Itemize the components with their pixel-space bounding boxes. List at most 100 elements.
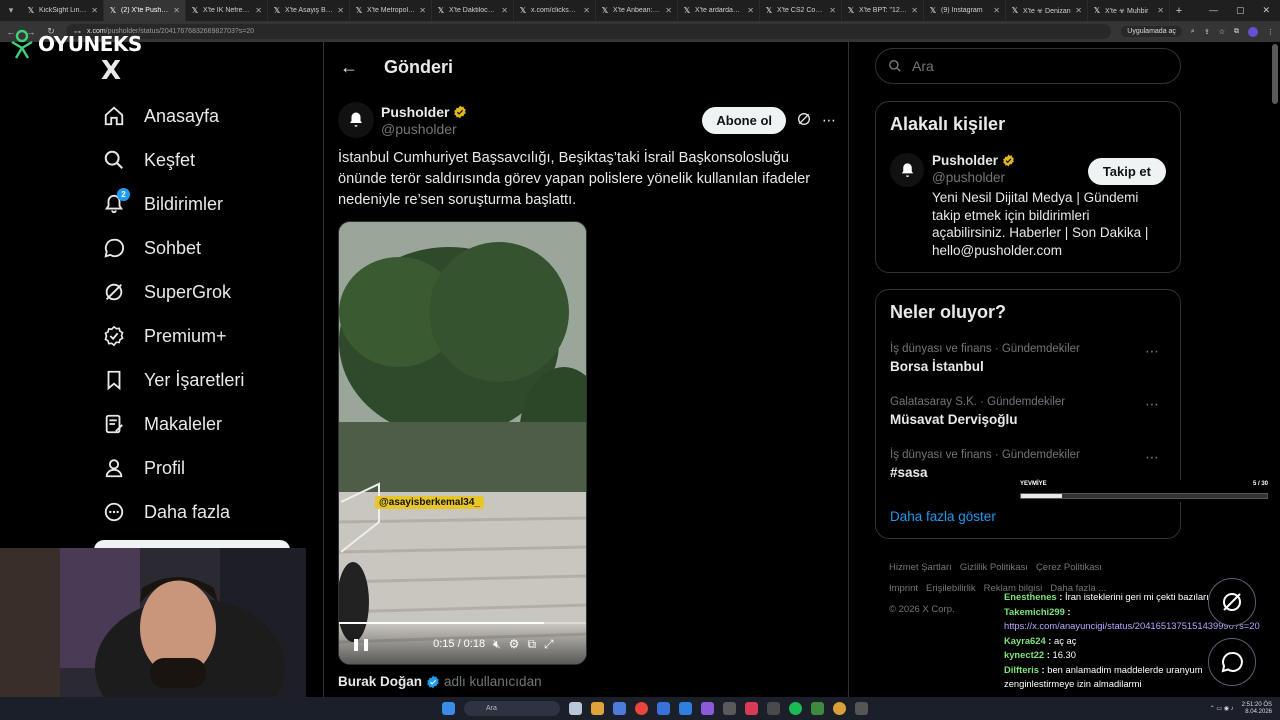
settings-gear-icon[interactable]: ⚙ <box>509 637 520 651</box>
footer-link[interactable]: Hizmet Şartları <box>889 562 952 573</box>
page-scrollbar[interactable] <box>1272 44 1278 104</box>
profile-avatar[interactable] <box>1248 26 1258 37</box>
trend-item[interactable]: İş dünyası ve finans · Gündemdekiler Bors… <box>890 343 1166 374</box>
tab-close-icon[interactable]: ✕ <box>501 6 508 15</box>
show-more-link[interactable]: Daha fazla göster <box>890 509 996 524</box>
widgets-icon[interactable] <box>569 702 582 715</box>
tab-close-icon[interactable]: ✕ <box>829 6 836 15</box>
app-icon[interactable] <box>767 702 780 715</box>
reposter-name[interactable]: Burak Doğan <box>338 674 422 689</box>
trend-item[interactable]: İş dünyası ve finans · Gündemdekiler #sas… <box>890 449 1166 480</box>
open-in-app-button[interactable]: Uygulamada aç <box>1121 26 1182 37</box>
browser-tab[interactable]: 𝕏 X'te ☣ Denizan ✕ <box>1006 0 1088 21</box>
browser-tab[interactable]: 𝕏x.com/clickshab ✕ <box>514 0 596 21</box>
new-tab-button[interactable]: + <box>1170 5 1188 17</box>
browser-tab[interactable]: 𝕏 X'te BPT: "12 ton ✕ <box>842 0 924 21</box>
browser-tab[interactable]: 𝕏 X'te Anbean: "An ✕ <box>596 0 678 21</box>
minimize-icon[interactable]: — <box>1209 5 1218 16</box>
tab-close-icon[interactable]: ✕ <box>1075 6 1082 15</box>
browser-tab[interactable]: 𝕏 X'te Asayiş Berke ✕ <box>268 0 350 21</box>
picture-in-picture-icon[interactable]: ⧉ <box>527 637 536 652</box>
browser-tab[interactable]: 𝕏 (2) X'te Pusholde ✕ <box>104 0 186 21</box>
sidebar-item-profil[interactable]: Profil <box>100 446 320 490</box>
footer-link[interactable]: Çerez Politikası <box>1036 562 1102 573</box>
app-icon[interactable] <box>723 702 736 715</box>
more-options-icon[interactable]: ⋯ <box>822 112 836 129</box>
app-icon[interactable] <box>679 702 692 715</box>
subscribe-button[interactable]: Abone ol <box>702 106 786 134</box>
tab-close-icon[interactable]: ✕ <box>337 6 344 15</box>
chrome-alt-icon[interactable] <box>833 702 846 715</box>
related-name[interactable]: Pusholder <box>932 153 998 168</box>
share-icon[interactable]: ⇪ <box>1204 28 1210 36</box>
trend-more-icon[interactable]: ⋯ <box>1145 396 1160 413</box>
footer-link[interactable]: Gizlilik Politikası <box>960 562 1028 573</box>
tab-close-icon[interactable]: ✕ <box>993 6 1000 15</box>
browser-tab[interactable]: 𝕏 X'te ardardavi: "n ✕ <box>678 0 760 21</box>
sidebar-item-anasayfa[interactable]: Anasayfa <box>100 94 320 138</box>
sidebar-item-supergrok[interactable]: SuperGrok <box>100 270 320 314</box>
tab-close-icon[interactable]: ✕ <box>665 6 672 15</box>
app-icon[interactable] <box>613 702 626 715</box>
tab-close-icon[interactable]: ✕ <box>747 6 754 15</box>
app-icon[interactable] <box>855 702 868 715</box>
windows-start-icon[interactable] <box>442 702 455 715</box>
bookmark-star-icon[interactable]: ☆ <box>1219 28 1225 36</box>
trend-more-icon[interactable]: ⋯ <box>1145 449 1160 466</box>
browser-tab[interactable]: 𝕏 X'te Metropol Ha ✕ <box>350 0 432 21</box>
trend-item[interactable]: Galatasaray S.K. · Gündemdekiler Müsavat … <box>890 396 1166 427</box>
pause-icon[interactable]: ❚❚ <box>351 637 371 651</box>
url-field[interactable]: ⊶ x.com/pusholder/status/204176768326698… <box>66 24 1112 39</box>
sidebar-item-bildirimler[interactable]: 2 Bildirimler <box>100 182 320 226</box>
sidebar-item-makaleler[interactable]: Makaleler <box>100 402 320 446</box>
sidebar-item-sohbet[interactable]: Sohbet <box>100 226 320 270</box>
author-avatar[interactable] <box>338 102 374 138</box>
related-avatar[interactable] <box>890 153 924 187</box>
zoom-icon[interactable]: ⌕ <box>1191 28 1195 36</box>
menu-kebab-icon[interactable]: ⋮ <box>1267 28 1274 36</box>
follow-button[interactable]: Takip et <box>1087 158 1166 185</box>
tab-search-icon[interactable]: ▾ <box>0 0 22 21</box>
messages-fab-button[interactable] <box>1208 638 1256 686</box>
chrome-icon[interactable] <box>635 702 648 715</box>
close-window-icon[interactable]: ✕ <box>1262 5 1270 16</box>
app-icon[interactable] <box>745 702 758 715</box>
spotify-icon[interactable] <box>789 702 802 715</box>
tab-close-icon[interactable]: ✕ <box>419 6 426 15</box>
search-input[interactable]: Ara <box>875 48 1181 84</box>
tab-close-icon[interactable]: ✕ <box>1157 6 1164 15</box>
back-arrow-icon[interactable]: ← <box>340 57 358 78</box>
browser-tab[interactable]: 𝕏 X'te İK Nefretli " ✕ <box>186 0 268 21</box>
author-handle[interactable]: @pusholder <box>381 121 467 137</box>
taskbar-search[interactable]: Ara <box>464 701 560 716</box>
browser-tab[interactable]: 𝕏 X'te ☣ Muhbir ✕ <box>1088 0 1170 21</box>
tray-icons[interactable]: ⌃ ▭ ◉ ♪ <box>1210 705 1234 712</box>
tab-close-icon[interactable]: ✕ <box>583 6 590 15</box>
app-icon[interactable] <box>657 702 670 715</box>
file-explorer-icon[interactable] <box>591 702 604 715</box>
browser-tab[interactable]: 𝕏 KickSight Link De ✕ <box>22 0 104 21</box>
app-icon[interactable] <box>811 702 824 715</box>
sidebar-item-ke-fet[interactable]: Keşfet <box>100 138 320 182</box>
sidebar-item-daha-fazla[interactable]: Daha fazla <box>100 490 320 534</box>
tab-close-icon[interactable]: ✕ <box>911 6 918 15</box>
browser-tab[interactable]: 𝕏 (9) Instagram ✕ <box>924 0 1006 21</box>
x-logo[interactable]: X <box>101 56 121 86</box>
sidebar-item-yer-i-aretleri[interactable]: Yer İşaretleri <box>100 358 320 402</box>
tab-close-icon[interactable]: ✕ <box>91 6 98 15</box>
footer-link[interactable]: Erişilebilirlik <box>926 583 976 594</box>
footer-link[interactable]: Imprint <box>889 583 918 594</box>
browser-tab[interactable]: 𝕏 X'te CS2 Commu ✕ <box>760 0 842 21</box>
post-video[interactable]: @asayisberkemal34_ ❚❚ 0:15 / 0:18 🔇︎ ⚙ ⧉… <box>338 221 587 665</box>
discord-icon[interactable] <box>701 702 714 715</box>
mute-icon[interactable]: 🔇︎ <box>493 637 501 652</box>
grok-fab-button[interactable] <box>1208 578 1256 626</box>
sidebar-item-premium-[interactable]: Premium+ <box>100 314 320 358</box>
trend-more-icon[interactable]: ⋯ <box>1145 343 1160 360</box>
browser-tab[interactable]: 𝕏 X'te Daktilocb: "B ✕ <box>432 0 514 21</box>
grok-icon[interactable] <box>796 111 812 130</box>
fullscreen-icon[interactable]: ⤢ <box>544 637 554 652</box>
extensions-icon[interactable]: ⧉ <box>1234 28 1239 36</box>
maximize-icon[interactable]: ▢ <box>1236 5 1245 16</box>
tab-close-icon[interactable]: ✕ <box>173 6 180 15</box>
